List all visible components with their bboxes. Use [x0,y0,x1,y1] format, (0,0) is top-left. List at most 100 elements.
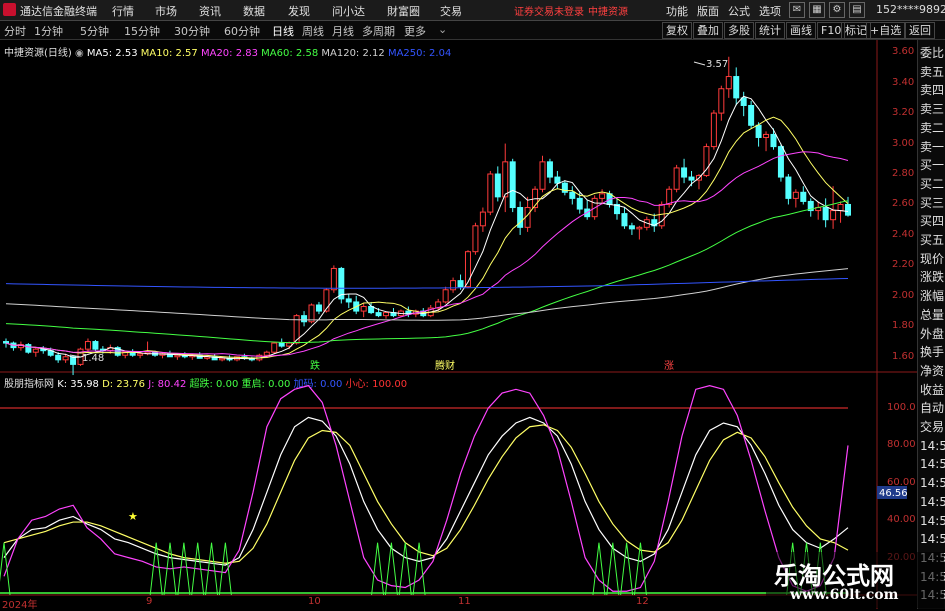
candle-body [330,267,337,291]
period-monthly[interactable]: 月线 [332,23,354,39]
menu-trade[interactable]: 交易 [440,3,462,19]
period-1min[interactable]: 1分钟 [34,23,63,39]
side-panel-label[interactable]: 买二 [920,175,944,193]
period-5min[interactable]: 5分钟 [80,23,109,39]
side-panel-label[interactable]: 委比 [920,44,944,62]
side-panel-label[interactable]: 交易 [920,418,944,436]
current-value-text: 46.56 [879,488,908,499]
side-panel-label[interactable]: 14:56 [920,493,945,511]
period-timeshare[interactable]: 分时 [4,23,26,39]
price-tick-label: 3.60 [892,46,915,58]
candle-body [628,225,635,230]
side-panel-label[interactable]: 14:56 [920,512,945,530]
app-title: 通达信金融终端 [20,5,97,18]
candle-body [301,315,308,323]
side-panel-label[interactable]: 买一 [920,156,944,174]
candle-body [84,341,91,350]
side-panel-label[interactable]: 总量 [920,306,944,324]
side-panel-label[interactable]: 换手 [920,343,944,361]
tool-adjust[interactable]: 复权 [662,22,692,39]
side-panel-label[interactable]: 自动 [920,399,944,417]
menu-layout[interactable]: 版面 [697,3,719,19]
ma250-line [5,277,849,289]
menu-market[interactable]: 市场 [155,3,177,19]
candle-body [785,176,792,199]
candle-body [137,353,144,356]
side-panel-label[interactable]: 14:56 [920,474,945,492]
candle-body [271,342,278,353]
app-logo-icon [3,3,16,16]
menu-discover[interactable]: 发现 [288,3,310,19]
sub-tick-label: 40.00 [887,514,916,526]
menu-data[interactable]: 数据 [243,3,265,19]
price-tick-label: 3.20 [892,107,915,119]
side-panel-label[interactable]: 卖四 [920,81,944,99]
side-panel-label[interactable]: 买四 [920,212,944,230]
period-weekly[interactable]: 周线 [302,23,324,39]
side-panel-label[interactable]: 卖二 [920,119,944,137]
tool-back[interactable]: 返回 [905,22,935,39]
period-60min[interactable]: 60分钟 [224,23,260,39]
tool-multi-stock[interactable]: 多股 [724,22,754,39]
candle-body [62,356,69,361]
candle-body [70,356,77,365]
candle-body [755,124,762,138]
menu-wealth-circle[interactable]: 財富圈 [387,3,420,19]
price-tick-label: 2.40 [892,228,915,240]
menu-xiaoda[interactable]: 问小达 [332,3,365,19]
tool-stats[interactable]: 统计 [755,22,785,39]
side-panel-label[interactable]: 收益 [920,381,944,399]
period-more[interactable]: 更多 [404,23,426,39]
candle-body [554,176,561,184]
trade-login-warning[interactable]: 证券交易未登录 [514,3,584,18]
candle-body [219,357,226,361]
side-panel-label[interactable]: 涨跌 [920,268,944,286]
side-panel-label[interactable]: 卖一 [920,138,944,156]
watermark-title: 乐淘公式网 [774,562,894,590]
menu-options[interactable]: 选项 [759,3,781,19]
menu-bar: 通达信金融终端 行情 市场 资讯 数据 发现 问小达 財富圈 交易 证券交易未登… [0,0,945,21]
tool-add-watchlist[interactable]: +自选 [866,22,906,39]
side-panel-label[interactable]: 外盘 [920,325,944,343]
side-panel-label[interactable]: 卖三 [920,100,944,118]
price-tick-label: 2.20 [892,259,915,271]
side-panel-label[interactable]: 净资 [920,362,944,380]
menu-news[interactable]: 资讯 [199,3,221,19]
tool-overlay[interactable]: 叠加 [693,22,723,39]
candle-body [442,289,449,303]
ma10-line [5,116,849,359]
menu-quotes[interactable]: 行情 [112,3,134,19]
grid-icon[interactable]: ▦ [809,2,825,18]
side-panel-label[interactable]: 买三 [920,194,944,212]
xlabel-oct: 10 [308,596,321,607]
menu-formula[interactable]: 公式 [728,3,750,19]
side-panel-label[interactable]: 卖五 [920,63,944,81]
tool-draw[interactable]: 画线 [786,22,816,39]
stock-chart[interactable]: 3.57 1.48 跌 腾财 涨 ★ 46.56 [0,40,917,609]
settings-icon[interactable]: ⚙ [829,2,845,18]
side-panel-label[interactable]: 14:56 [920,530,945,548]
series-d-line [3,424,849,564]
menu-function[interactable]: 功能 [666,3,688,19]
info-icon[interactable]: ▤ [849,2,865,18]
side-panel-label[interactable]: 涨幅 [920,287,944,305]
user-id[interactable]: 152****9892 [876,3,945,16]
mail-icon[interactable]: ✉ [789,2,805,18]
period-daily[interactable]: 日线 [272,23,294,39]
side-panel-label[interactable]: 14:56 [920,437,945,455]
side-panel-label[interactable]: 14:56 [920,455,945,473]
oversold-signal [412,542,426,596]
watermark-url: www.60lt.com [790,587,899,603]
period-30min[interactable]: 30分钟 [174,23,210,39]
period-multi[interactable]: 多周期 [362,23,395,39]
side-panel-label[interactable]: 现价 [920,250,944,268]
side-panel-label[interactable]: 买五 [920,231,944,249]
candle-body [174,354,181,358]
high-annotation-leader [693,61,706,66]
period-more-chevron-icon[interactable]: ⌄ [438,23,447,36]
sub-tick-label: 100.0 [887,402,916,414]
period-15min[interactable]: 15分钟 [124,23,160,39]
stock-short-name: 中捷资源 [588,7,628,18]
candle-body [92,341,99,350]
candle-body [822,207,829,221]
